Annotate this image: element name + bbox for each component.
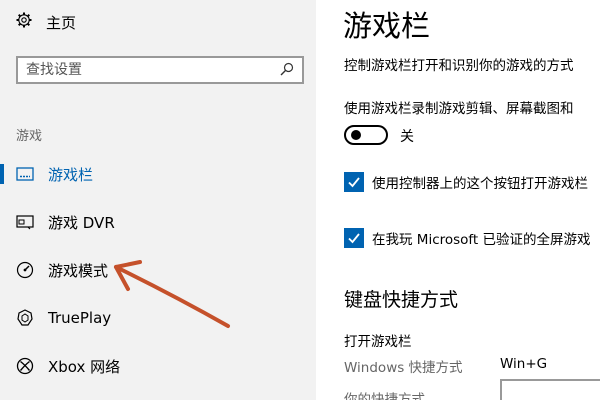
checkmark-icon bbox=[348, 233, 360, 244]
record-toggle[interactable] bbox=[344, 125, 388, 145]
toggle-state-label: 关 bbox=[400, 129, 414, 145]
gear-icon bbox=[16, 12, 32, 32]
sidebar-item-label: 游戏栏 bbox=[48, 165, 94, 184]
checkbox-label: 在我玩 Microsoft 已验证的全屏游戏 bbox=[372, 232, 591, 248]
home-label: 主页 bbox=[46, 13, 77, 32]
home-link[interactable]: 主页 bbox=[16, 11, 76, 33]
sidebar-item-game-dvr[interactable]: 游戏 DVR bbox=[0, 200, 316, 244]
keyboard-shortcuts-heading: 键盘快捷方式 bbox=[344, 289, 459, 311]
page-description: 控制游戏栏打开和识别你的游戏的方式 bbox=[344, 58, 574, 74]
sidebar-item-xbox-networking[interactable]: Xbox 网络 bbox=[0, 344, 316, 388]
game-bar-icon bbox=[15, 164, 35, 184]
fullscreen-game-option[interactable]: 在我玩 Microsoft 已验证的全屏游戏 bbox=[344, 227, 591, 249]
windows-shortcut-label: Windows 快捷方式 bbox=[344, 360, 463, 376]
section-header-gaming: 游戏 bbox=[16, 129, 43, 144]
search-icon[interactable] bbox=[280, 62, 294, 82]
sidebar-item-label: 游戏 DVR bbox=[48, 213, 115, 232]
search-box[interactable] bbox=[16, 56, 304, 84]
your-shortcut-label: 你的快捷方式 bbox=[344, 392, 425, 400]
controller-button-option[interactable]: 使用控制器上的这个按钮打开游戏栏 bbox=[344, 171, 588, 193]
page-title: 游戏栏 bbox=[343, 9, 431, 43]
sidebar-item-trueplay[interactable]: TruePlay bbox=[0, 296, 316, 340]
sidebar-item-game-mode[interactable]: 游戏模式 bbox=[0, 248, 316, 292]
xbox-icon bbox=[15, 356, 35, 376]
sidebar-item-game-bar[interactable]: 游戏栏 bbox=[0, 152, 316, 196]
checkbox-checked[interactable] bbox=[344, 228, 364, 248]
search-input[interactable] bbox=[26, 60, 276, 80]
record-setting-label: 使用游戏栏录制游戏剪辑、屏幕截图和 bbox=[344, 101, 574, 117]
sidebar-item-label: 游戏模式 bbox=[48, 261, 109, 280]
checkmark-icon bbox=[348, 177, 360, 188]
checkbox-label: 使用控制器上的这个按钮打开游戏栏 bbox=[372, 176, 588, 192]
sidebar: 主页 游戏 游戏栏 游戏 DVR bbox=[0, 0, 316, 400]
sidebar-item-label: TruePlay bbox=[48, 309, 112, 327]
toggle-knob bbox=[351, 130, 361, 140]
checkbox-checked[interactable] bbox=[344, 172, 364, 192]
main-panel: 游戏栏 控制游戏栏打开和识别你的游戏的方式 使用游戏栏录制游戏剪辑、屏幕截图和 … bbox=[316, 0, 600, 400]
your-shortcut-input[interactable] bbox=[500, 379, 600, 400]
sidebar-item-label: Xbox 网络 bbox=[48, 357, 121, 376]
trueplay-icon bbox=[15, 308, 35, 328]
game-mode-icon bbox=[15, 260, 35, 280]
dvr-icon bbox=[15, 212, 35, 232]
windows-shortcut-value: Win+G bbox=[500, 356, 548, 372]
open-game-bar-label: 打开游戏栏 bbox=[344, 334, 412, 350]
